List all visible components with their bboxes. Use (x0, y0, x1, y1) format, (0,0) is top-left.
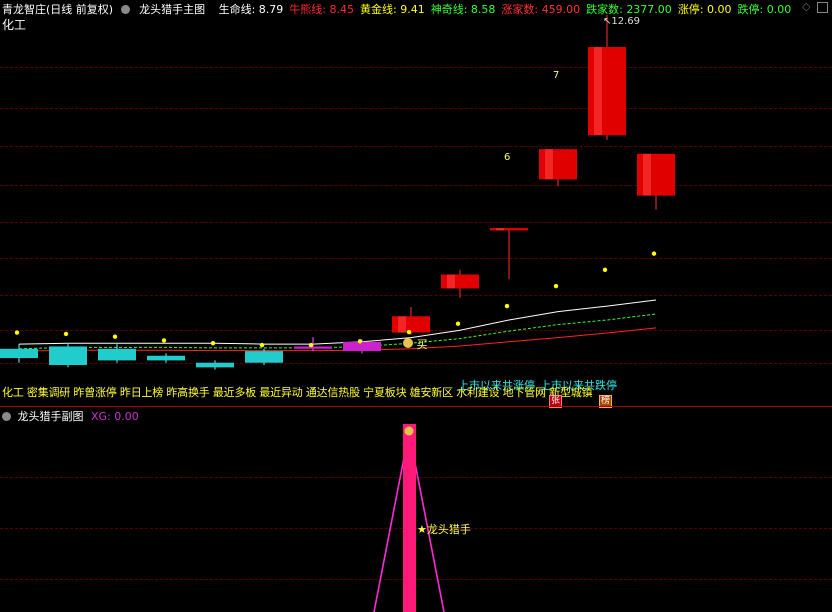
candle-body (147, 355, 185, 361)
signal-dot (210, 341, 216, 346)
signal-dot (14, 330, 20, 335)
candle-body (392, 316, 430, 333)
signal-dot (455, 321, 461, 326)
candle-body (196, 362, 234, 368)
candle-highlight (398, 316, 406, 333)
signal-dot (259, 342, 265, 348)
signal-dot (357, 339, 363, 344)
grid-line (0, 579, 832, 580)
candle-body (539, 149, 577, 180)
panel-divider[interactable] (0, 406, 832, 407)
candle-body (588, 47, 626, 136)
signal-dot (112, 334, 118, 339)
candle-highlight (594, 47, 602, 136)
signal-dot (602, 267, 608, 273)
candle-count-label: 7 (553, 70, 560, 81)
candle-body (441, 274, 479, 289)
candle-body (343, 341, 381, 352)
candle-body (245, 351, 283, 363)
signal-dot (308, 342, 314, 348)
signal-dot (651, 251, 657, 256)
signal-dot (63, 331, 69, 337)
money-bag-icon (404, 426, 414, 436)
signal-dot (406, 329, 412, 335)
candle-highlight (496, 228, 504, 231)
candle-body (0, 348, 38, 359)
sub-chart-name[interactable]: 龙头猎手副图 (18, 410, 84, 423)
candle-body (98, 348, 136, 361)
hunter-signal-label: ★龙头猎手 (417, 523, 471, 536)
candle-body (490, 228, 528, 231)
signal-line-left (373, 431, 410, 612)
signal-dot (161, 338, 167, 343)
signal-dot (504, 303, 510, 309)
money-bag-icon (403, 338, 413, 348)
buy-label: 买 (416, 338, 428, 351)
collapse-toggle-icon[interactable] (2, 412, 11, 421)
xg-value: XG: 0.00 (91, 410, 139, 423)
price-high-label: ↖12.69 (603, 16, 641, 27)
signal-bar (403, 424, 416, 612)
grid-line (0, 528, 832, 529)
candle-body (294, 346, 332, 349)
candle-highlight (447, 274, 455, 289)
candle-count-label: 6 (504, 152, 511, 163)
candle-body (49, 346, 87, 366)
candle-body (637, 153, 675, 196)
sub-chart-header: 龙头猎手副图 XG: 0.00 (2, 408, 139, 424)
grid-line (0, 477, 832, 478)
candle-highlight (643, 153, 651, 196)
candle-highlight (545, 149, 553, 180)
buy-signal: 买 (403, 336, 428, 352)
price-high-value: 12.69 (611, 16, 641, 27)
concept-tags: 化工 密集调研 昨曾涨停 昨日上榜 昨高换手 最近多板 最近异动 通达信热股 宁… (2, 386, 593, 399)
signal-dot (553, 283, 559, 289)
